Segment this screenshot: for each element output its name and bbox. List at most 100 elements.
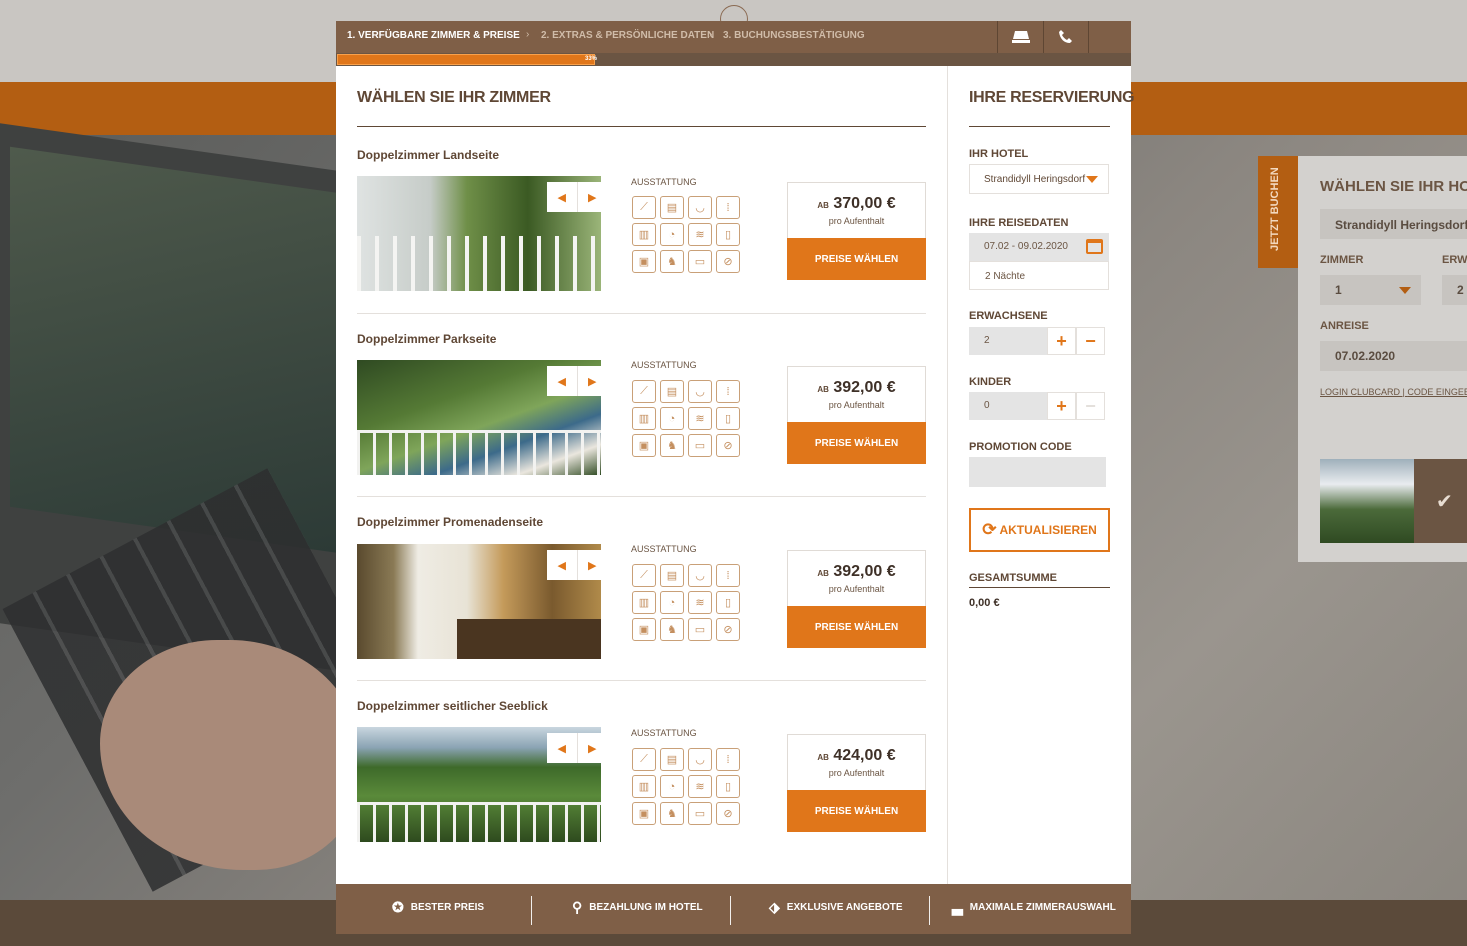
room-divider [357,680,926,681]
jetzt-buchen-tab[interactable]: JETZT BUCHEN [1258,156,1298,268]
prev-image-button[interactable]: ◀ [547,182,578,212]
prev-image-button[interactable]: ◀ [547,733,578,763]
wifi-icon: ≋ [688,407,712,430]
choose-price-button[interactable]: PREISE WÄHLEN [787,790,926,832]
pet-icon: ♞ [660,618,684,641]
rooms-title: WÄHLEN SIE IHR ZIMMER [357,89,551,106]
background-laptop-screen [10,146,340,554]
total-value: 0,00 € [969,597,1000,609]
step-1[interactable]: 1. VERFÜGBARE ZIMMER & PREISE [347,30,520,41]
room-bed [457,619,601,659]
balcony-railing [357,430,601,475]
background-panel-title: WÄHLEN SIE IHR HOTE [1320,178,1467,195]
background-anreise-field[interactable]: 07.02.2020 [1320,341,1467,371]
total-label: GESAMTSUMME [969,572,1057,584]
prev-image-button[interactable]: ◀ [547,366,578,396]
room-price: 370,00 € [833,195,896,212]
sofa-icon: ▭ [688,802,712,825]
bed-size-icon: ▤ [660,564,684,587]
total-rule [969,587,1110,588]
dates-value: 07.02 - 09.02.2020 [984,241,1068,252]
price-sub: pro Aufenthalt [828,216,885,226]
no-smoking-icon: ⊘ [716,802,740,825]
room-name: Doppelzimmer seitlicher Seeblick [357,699,548,713]
map-pin-icon: ⚲ [572,899,583,915]
update-label: AKTUALISIEREN [999,523,1097,537]
iron-icon: ⟋ [632,748,656,771]
benefit-label: BESTER PREIS [410,901,485,913]
footer-separator [531,896,532,925]
wifi-icon: ≋ [688,775,712,798]
image-nav: ◀ ▶ [547,366,601,396]
tv-icon: ▣ [632,618,656,641]
children-plus-button[interactable]: + [1047,392,1076,420]
background-hotel-image [1320,459,1414,543]
price-sub: pro Aufenthalt [828,584,885,594]
amenities-grid: ⟋ ▤ ◡ ⁞ ▥ ◔ ≋ ▯ ▣ ♞ ▭ ⊘ [632,380,742,457]
wifi-icon: ≋ [688,223,712,246]
pet-icon: ♞ [660,250,684,273]
code-eingeben-link[interactable]: CODE EINGEBEN [1407,387,1467,397]
choose-price-button[interactable]: PREISE WÄHLEN [787,422,926,464]
link-separator: | [1402,387,1405,397]
next-image-button[interactable]: ▶ [578,366,602,396]
update-button[interactable]: ⟳ AKTUALISIEREN [969,508,1110,552]
room-image: ◀ ▶ [357,176,601,291]
image-nav: ◀ ▶ [547,550,601,580]
chevron-right-icon: › [526,29,530,40]
next-image-button[interactable]: ▶ [578,550,602,580]
children-minus-button[interactable]: − [1076,392,1105,420]
background-erwa-select[interactable]: 2 [1442,275,1467,305]
choose-price-button[interactable]: PREISE WÄHLEN [787,238,926,280]
balcony-railing [357,802,601,842]
login-clubcard-link[interactable]: LOGIN CLUBCARD [1320,387,1400,397]
adults-value[interactable]: 2 [969,327,1047,355]
promo-code-input[interactable] [969,457,1106,487]
adults-plus-button[interactable]: + [1047,327,1076,355]
minibar-icon: ▥ [632,775,656,798]
bathtub-icon: ◡ [688,564,712,587]
benefits-footer: ✪ BESTER PREIS ⚲ BEZAHLUNG IM HOTEL ⬗ EXKLU… [336,884,1131,934]
minibar-icon: ▥ [632,223,656,246]
room-image: ◀ ▶ [357,360,601,475]
room-name: Doppelzimmer Promenadenseite [357,515,544,529]
shower-icon: ⁞ [716,564,740,587]
hotel-select[interactable]: Strandidyll Heringsdorf [969,164,1109,194]
background-hotel-select[interactable]: Strandidyll Heringsdorf [1320,209,1467,239]
prev-image-button[interactable]: ◀ [547,550,578,580]
hairdryer-icon: ◔ [660,775,684,798]
price-ab: AB [817,385,829,394]
toiletries-icon: ▯ [716,591,740,614]
amenities-label: AUSSTATTUNG [631,728,697,738]
hairdryer-icon: ◔ [660,591,684,614]
amenities-label: AUSSTATTUNG [631,177,697,187]
next-image-button[interactable]: ▶ [578,182,602,212]
check-icon: ✔ [1436,491,1453,513]
pet-icon: ♞ [660,434,684,457]
background-zimmer-value: 1 [1335,283,1342,297]
title-rule [357,126,926,127]
price-ab: AB [817,753,829,762]
background-zimmer-select[interactable]: 1 [1320,275,1421,305]
bed-size-icon: ▤ [660,196,684,219]
bed-button[interactable] [997,21,1043,53]
chevron-down-icon [1399,287,1411,294]
image-nav: ◀ ▶ [547,182,601,212]
next-image-button[interactable]: ▶ [578,733,602,763]
adults-minus-button[interactable]: − [1076,327,1105,355]
children-value[interactable]: 0 [969,392,1047,420]
no-smoking-icon: ⊘ [716,250,740,273]
hairdryer-icon: ◔ [660,223,684,246]
choose-price-button[interactable]: PREISE WÄHLEN [787,606,926,648]
promo-label: PROMOTION CODE [969,441,1072,453]
steps-bar: 1. VERFÜGBARE ZIMMER & PREISE › 2. EXTRA… [336,21,1131,53]
background-erwa-label: ERWA [1442,254,1467,266]
benefit-pay-at-hotel: ⚲ BEZAHLUNG IM HOTEL [572,900,703,914]
chevron-down-icon [1086,176,1098,183]
progress-bar: 33% [336,53,1131,66]
iron-icon: ⟋ [632,196,656,219]
amenities-grid: ⟋ ▤ ◡ ⁞ ▥ ◔ ≋ ▯ ▣ ♞ ▭ ⊘ [632,196,742,273]
dates-field[interactable]: 07.02 - 09.02.2020 [969,233,1109,261]
sidebar-divider [947,66,948,884]
phone-button[interactable] [1043,21,1089,53]
